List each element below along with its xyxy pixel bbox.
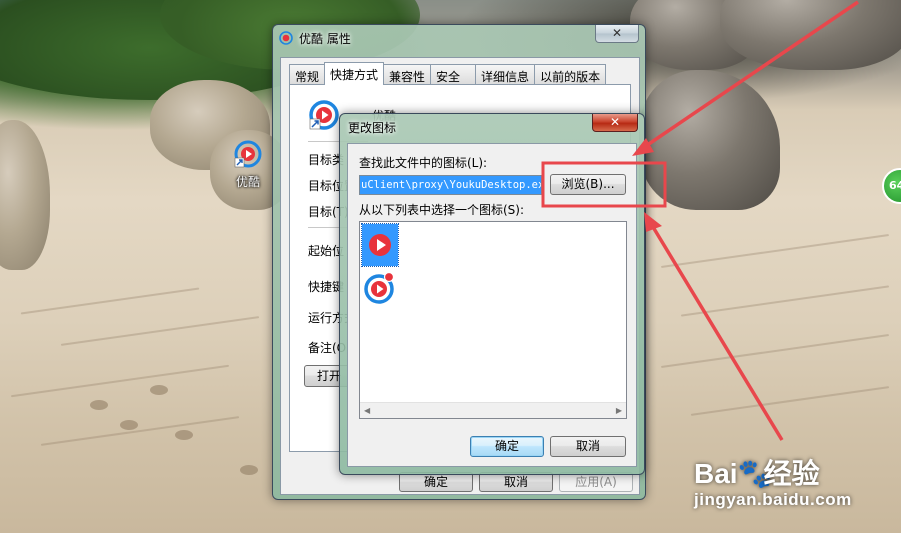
arrow-head-icon (644, 212, 662, 232)
annotation-arrow (639, 0, 859, 152)
baidu-watermark: Bai🐾经验 jingyan.baidu.com (694, 452, 852, 510)
tab-shortcut[interactable]: 快捷方式 (324, 62, 385, 85)
watermark-brand-left: Bai (694, 458, 738, 489)
watermark-url: jingyan.baidu.com (694, 490, 852, 509)
annotation-arrow (648, 221, 784, 441)
paw-icon: 🐾 (737, 458, 773, 489)
highlight-box (541, 161, 667, 208)
watermark-brand-right: 经验 (763, 458, 820, 489)
